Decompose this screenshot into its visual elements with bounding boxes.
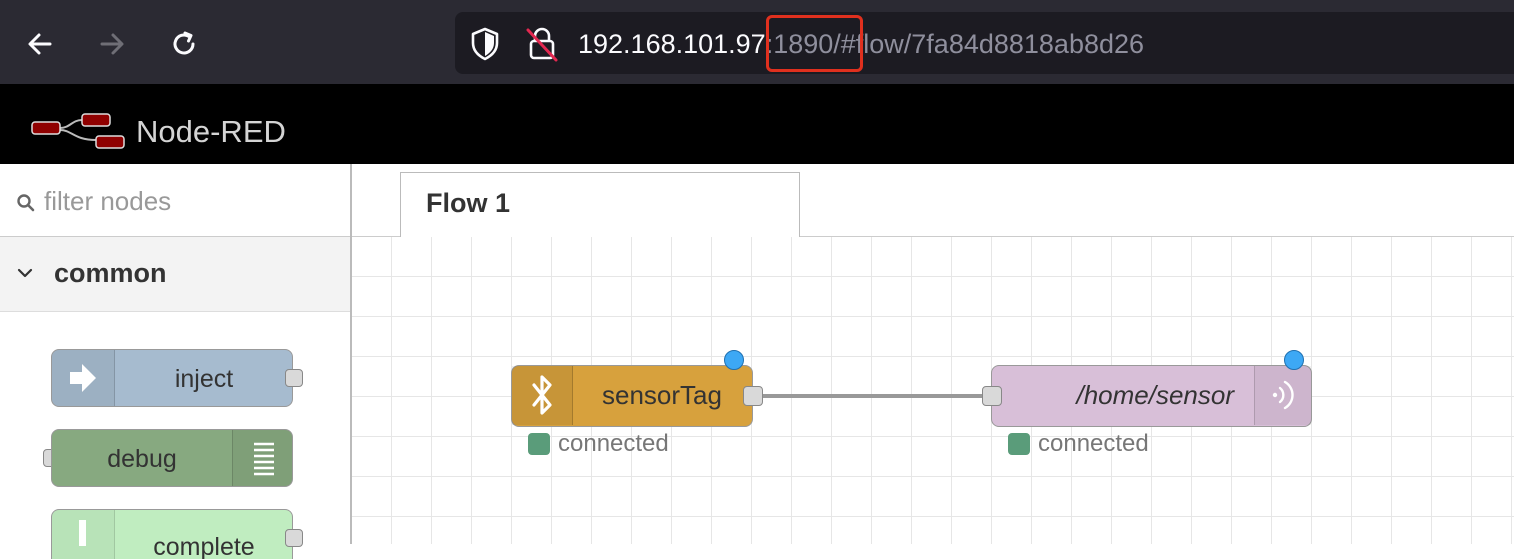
inject-icon [52,350,115,406]
status-dot [528,433,550,455]
flow-node-label: sensorTag [602,380,722,410]
palette-node-complete[interactable]: complete [51,509,293,559]
input-port[interactable] [982,386,1002,406]
debug-list-icon [232,430,292,486]
node-red-logo-icon [30,110,128,157]
status-dot [1008,433,1030,455]
output-port[interactable] [285,529,303,547]
category-label: common [54,258,167,288]
back-button[interactable] [20,24,60,64]
reload-button[interactable] [164,24,204,64]
mqtt-broadcast-icon [1254,366,1311,425]
flow-node-label: /home/sensor [1076,380,1234,410]
insecure-lock-icon[interactable] [524,24,560,69]
back-arrow-icon [28,33,52,55]
search-icon [16,193,36,218]
shield-icon[interactable] [468,26,502,67]
reload-icon [173,31,195,55]
palette-node-label: complete [153,533,255,559]
changed-indicator [724,350,744,370]
palette-node-inject[interactable]: inject [51,349,293,407]
palette-category-common[interactable] [0,237,350,312]
flow-node-home-sensor[interactable]: /home/sensor [991,365,1312,427]
forward-button[interactable] [92,24,132,64]
chevron-down-icon[interactable] [16,266,34,285]
changed-indicator [1284,350,1304,370]
palette-node-label: debug [107,445,177,473]
palette-node-debug[interactable]: debug [51,429,293,487]
status-text: connected [1038,430,1149,457]
status-text: connected [558,430,669,457]
app-title: Node-RED [136,114,286,149]
flow-node-sensortag[interactable]: sensorTag [511,365,753,427]
tab-label: Flow 1 [426,188,511,218]
output-port[interactable] [285,369,303,387]
filter-nodes-input[interactable]: filter nodes [44,186,171,217]
url-host: 192.168.101.97 [578,29,766,59]
flow-wire[interactable] [750,388,1000,404]
complete-icon [52,510,115,559]
bluetooth-icon [512,366,573,425]
output-port[interactable] [743,386,763,406]
forward-arrow-icon [100,33,124,55]
palette-node-label: inject [174,365,234,393]
port-highlight-box [766,15,863,72]
